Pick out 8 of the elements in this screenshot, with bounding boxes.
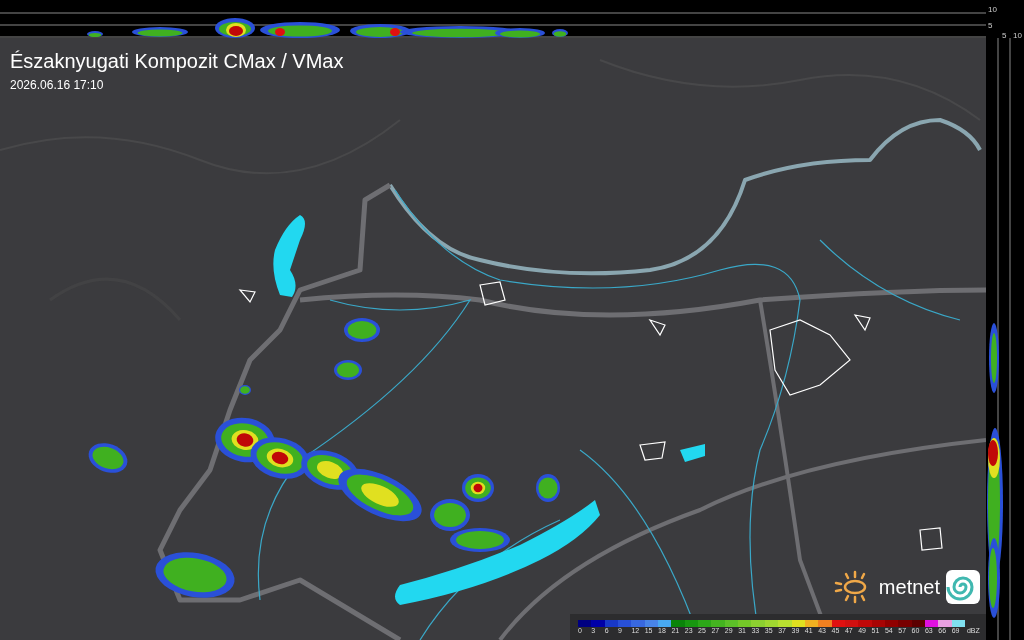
axis-tick-label: 5 — [988, 22, 993, 30]
spiral-logo-icon — [946, 570, 980, 604]
axis-tick-label: 10 — [1013, 32, 1022, 40]
brand-name: metnet — [878, 575, 940, 599]
timestamp: 2026.06.16 17:10 — [10, 78, 104, 92]
map-title: Északnyugati Kompozit CMax / VMax — [10, 50, 344, 73]
axis-tick-label: 10 — [988, 6, 997, 14]
axis-tick-label: 5 — [1002, 32, 1007, 40]
